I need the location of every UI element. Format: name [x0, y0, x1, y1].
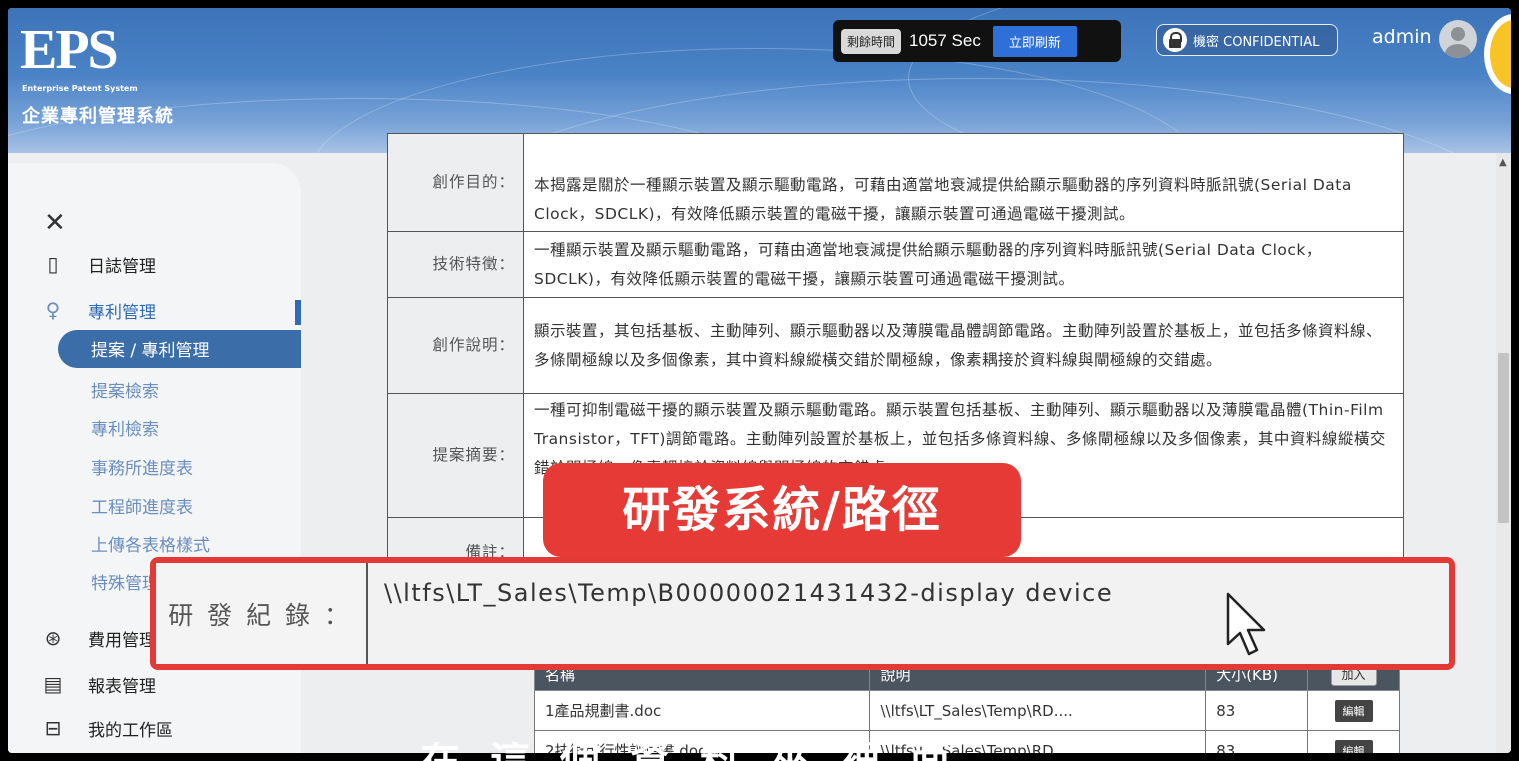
- timer-value: 1057 Sec: [909, 31, 981, 50]
- field-label: 創作說明：: [387, 297, 524, 394]
- file-desc: \\ltfs\LT_Sales\Temp\RD....: [869, 690, 1207, 731]
- field-label: 創作目的：: [387, 133, 524, 232]
- book-icon: ▯: [47, 252, 59, 276]
- refresh-button[interactable]: 立即刷新: [992, 25, 1077, 57]
- sidebar-item-label: 日誌管理: [88, 256, 156, 277]
- file-action-cell: 編輯: [1307, 690, 1400, 731]
- sidebar-item-label: 費用管理: [88, 630, 156, 651]
- sidebar-item-workspace[interactable]: ⊟ 我的工作區: [40, 715, 173, 741]
- confidential-badge: 機密 CONFIDENTIAL: [1156, 24, 1338, 56]
- logo-mark: EPS: [20, 19, 119, 81]
- active-indicator: [295, 300, 301, 325]
- close-icon[interactable]: ✕: [44, 208, 66, 238]
- callout-label: 研 發 紀 錄 ：: [156, 563, 368, 664]
- logo-title: 企業專利管理系統: [22, 106, 174, 127]
- scrollbar-thumb[interactable]: [1498, 353, 1509, 523]
- lightbulb-icon: ♀: [45, 298, 61, 322]
- sidebar-item-label: 我的工作區: [88, 720, 173, 741]
- edit-button[interactable]: 編輯: [1334, 699, 1373, 722]
- top-header: EPS Enterprise Patent System 企業專利管理系統 剩餘…: [8, 8, 1511, 153]
- field-label: 技術特徵：: [387, 231, 524, 298]
- briefcase-icon: ⊟: [44, 716, 62, 740]
- file-name[interactable]: 1產品規劃書.doc: [533, 690, 871, 731]
- session-timer: 剩餘時間 1057 Sec 立即刷新: [833, 20, 1121, 62]
- sidebar-subitem-upload-forms[interactable]: 上傳各表格樣式: [91, 531, 210, 556]
- clipboard-icon: ▤: [43, 672, 63, 696]
- sidebar-item-label: 報表管理: [88, 676, 156, 697]
- vertical-scrollbar[interactable]: ▲: [1496, 153, 1511, 753]
- table-row: 技術特徵： 一種顯示裝置及顯示驅動電路，可藉由適當地衰減提供給顯示驅動器的序列資…: [387, 231, 1404, 298]
- field-value: 本揭露是關於一種顯示裝置及顯示驅動電路，可藉由適當地衰減提供給顯示驅動器的序列資…: [523, 133, 1404, 232]
- field-label: 提案摘要：: [387, 393, 524, 518]
- scroll-up-icon[interactable]: ▲: [1499, 157, 1507, 168]
- mouse-pointer-icon: [1226, 592, 1266, 656]
- table-row: 1產品規劃書.doc \\ltfs\LT_Sales\Temp\RD.... 8…: [533, 690, 1400, 731]
- logo-subtitle: Enterprise Patent System: [22, 84, 138, 93]
- file-action-cell: 編輯: [1307, 730, 1400, 753]
- timer-label: 剩餘時間: [841, 28, 902, 54]
- confidential-label: 機密 CONFIDENTIAL: [1193, 34, 1320, 50]
- sidebar-subitem-firm-progress[interactable]: 事務所進度表: [91, 454, 193, 479]
- sidebar-item-label: 專利管理: [88, 302, 156, 323]
- sidebar-item-reports[interactable]: ▤ 報表管理: [40, 671, 156, 697]
- sidebar-item-patents[interactable]: ♀ 專利管理: [40, 297, 156, 323]
- sidebar-subitem-engineer-progress[interactable]: 工程師進度表: [91, 493, 193, 518]
- user-name[interactable]: admin: [1372, 26, 1432, 48]
- edit-button[interactable]: 編輯: [1334, 739, 1373, 753]
- table-row: 創作目的： 本揭露是關於一種顯示裝置及顯示驅動電路，可藉由適當地衰減提供給顯示驅…: [387, 133, 1404, 232]
- file-size: 83: [1205, 730, 1309, 753]
- sidebar-subitem-patent-search[interactable]: 專利檢索: [91, 415, 159, 440]
- attachments-table: 名稱 說明 大小(KB) 加入 1產品規劃書.doc \\ltfs\LT_Sal…: [533, 658, 1400, 753]
- sidebar-item-logs[interactable]: ▯ 日誌管理: [40, 251, 156, 277]
- field-value: 一種顯示裝置及顯示驅動電路，可藉由適當地衰減提供給顯示驅動器的序列資料時脈訊號(…: [523, 231, 1404, 298]
- sidebar-subitem-proposal-search[interactable]: 提案檢索: [91, 377, 159, 402]
- file-size: 83: [1205, 690, 1309, 731]
- rd-record-path[interactable]: \\ltfs\LT_Sales\Temp\B00000021431432-dis…: [384, 579, 1113, 607]
- lock-icon: [1163, 28, 1187, 52]
- field-value: 顯示裝置，其包括基板、主動陣列、顯示驅動器以及薄膜電晶體調節電路。主動陣列設置於…: [523, 297, 1404, 394]
- sidebar-item-fees[interactable]: ⊛ 費用管理: [40, 625, 156, 651]
- annotation-badge: 研發系統/路徑: [543, 463, 1021, 557]
- sidebar-subitem-proposal-patent[interactable]: 提案 / 專利管理: [58, 330, 301, 368]
- table-row: 創作說明： 顯示裝置，其包括基板、主動陣列、顯示驅動器以及薄膜電晶體調節電路。主…: [387, 297, 1404, 394]
- eps-logo[interactable]: EPS Enterprise Patent System 企業專利管理系統: [20, 20, 210, 130]
- video-caption: 在這個資料夾裡面: [420, 742, 1120, 761]
- sidebar-subitem-special[interactable]: 特殊管理: [91, 569, 159, 594]
- coin-icon: ⊛: [44, 626, 62, 650]
- avatar[interactable]: [1439, 20, 1477, 58]
